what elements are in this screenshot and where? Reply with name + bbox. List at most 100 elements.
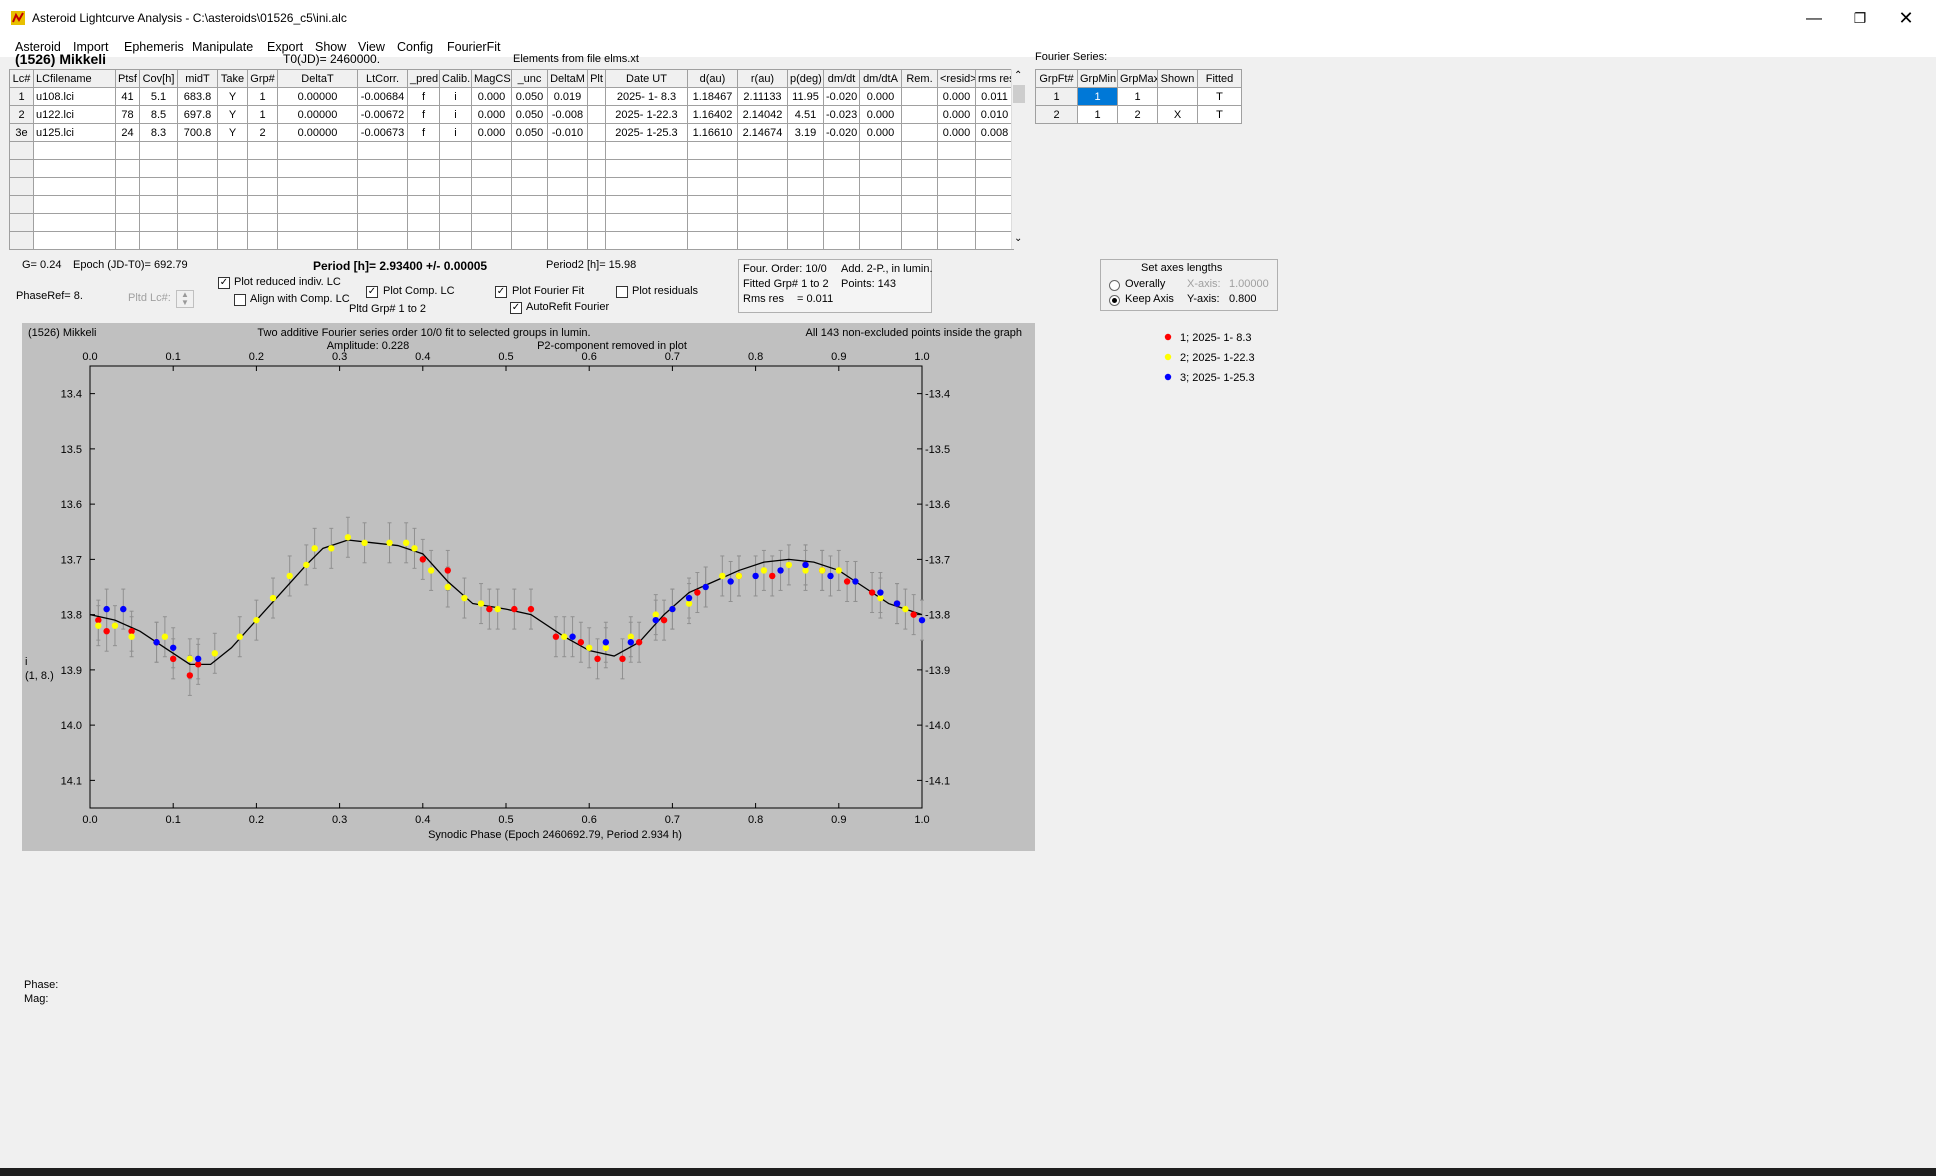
- table-cell[interactable]: [115, 141, 140, 160]
- table-cell[interactable]: [33, 231, 116, 250]
- table-cell[interactable]: [115, 159, 140, 178]
- table-cell[interactable]: [217, 159, 248, 178]
- menu-manipulate[interactable]: Manipulate: [192, 40, 253, 54]
- table-cell[interactable]: [787, 159, 824, 178]
- table-cell[interactable]: [975, 141, 1014, 160]
- table-cell[interactable]: [859, 231, 902, 250]
- table-cell[interactable]: 0.050: [511, 123, 548, 142]
- table-cell[interactable]: 0.008: [975, 123, 1014, 142]
- table-cell[interactable]: [407, 213, 440, 232]
- table-cell[interactable]: [115, 213, 140, 232]
- table-cell[interactable]: [217, 213, 248, 232]
- table-cell[interactable]: 4.51: [787, 105, 824, 124]
- table-cell[interactable]: [787, 177, 824, 196]
- table-row[interactable]: 2 u122.lci 78 8.5 697.8 Y 1 0.00000 -0.00672 f i 0.…: [9, 105, 1014, 124]
- lc-col-header[interactable]: Cov[h]: [139, 69, 178, 88]
- table-cell[interactable]: [737, 177, 788, 196]
- pltd-lc-spinner[interactable]: ▲ ▼: [176, 290, 194, 308]
- table-cell[interactable]: 2025- 1- 8.3: [605, 87, 688, 106]
- table-cell[interactable]: [177, 159, 218, 178]
- align-comp-checkbox[interactable]: [234, 294, 246, 306]
- fourier-cell[interactable]: X: [1157, 105, 1198, 124]
- table-cell[interactable]: 2025- 1-25.3: [605, 123, 688, 142]
- lc-col-header[interactable]: Rem.: [901, 69, 938, 88]
- table-cell[interactable]: Y: [217, 87, 248, 106]
- lightcurve-plot[interactable]: (1526) Mikkeli Two additive Fourier seri…: [22, 323, 1035, 851]
- table-cell[interactable]: [605, 177, 688, 196]
- table-cell[interactable]: 5.1: [139, 87, 178, 106]
- table-cell[interactable]: [439, 231, 472, 250]
- lc-col-header[interactable]: Calib.: [439, 69, 472, 88]
- table-cell[interactable]: 0.00000: [277, 123, 358, 142]
- table-cell[interactable]: [33, 177, 116, 196]
- table-cell[interactable]: [787, 213, 824, 232]
- table-cell[interactable]: 1: [247, 87, 278, 106]
- table-cell[interactable]: [823, 159, 860, 178]
- table-cell[interactable]: [901, 87, 938, 106]
- table-cell[interactable]: [901, 177, 938, 196]
- table-cell[interactable]: [737, 141, 788, 160]
- table-cell[interactable]: [859, 141, 902, 160]
- table-cell[interactable]: 41: [115, 87, 140, 106]
- table-cell[interactable]: [439, 195, 472, 214]
- table-row-empty[interactable]: [9, 195, 1014, 214]
- table-cell[interactable]: [937, 213, 976, 232]
- table-cell[interactable]: [823, 177, 860, 196]
- fourier-col-header[interactable]: GrpMin: [1077, 69, 1118, 88]
- table-cell[interactable]: [547, 177, 588, 196]
- table-cell[interactable]: [471, 141, 512, 160]
- table-cell[interactable]: [547, 141, 588, 160]
- table-cell[interactable]: [901, 195, 938, 214]
- table-cell[interactable]: [605, 195, 688, 214]
- table-cell[interactable]: -0.023: [823, 105, 860, 124]
- table-cell[interactable]: [277, 177, 358, 196]
- table-cell[interactable]: [937, 231, 976, 250]
- table-cell[interactable]: [115, 195, 140, 214]
- fourier-cell[interactable]: 1: [1077, 87, 1118, 106]
- table-cell[interactable]: -0.008: [547, 105, 588, 124]
- table-cell[interactable]: -0.010: [547, 123, 588, 142]
- table-cell[interactable]: [901, 123, 938, 142]
- table-cell[interactable]: [547, 213, 588, 232]
- table-cell[interactable]: [975, 195, 1014, 214]
- table-row-empty[interactable]: [9, 177, 1014, 196]
- table-cell[interactable]: 0.000: [471, 87, 512, 106]
- table-cell[interactable]: [587, 195, 606, 214]
- table-cell[interactable]: [547, 231, 588, 250]
- table-cell[interactable]: Y: [217, 105, 248, 124]
- lc-col-header[interactable]: r(au): [737, 69, 788, 88]
- table-cell[interactable]: [823, 213, 860, 232]
- table-cell[interactable]: 0.000: [859, 105, 902, 124]
- table-cell[interactable]: 0.050: [511, 105, 548, 124]
- table-cell[interactable]: [687, 213, 738, 232]
- menu-fourierfit[interactable]: FourierFit: [447, 40, 500, 54]
- fourier-row[interactable]: 212XT: [1035, 105, 1242, 124]
- table-cell[interactable]: [139, 177, 178, 196]
- table-cell[interactable]: Y: [217, 123, 248, 142]
- maximize-button[interactable]: ❐: [1837, 0, 1883, 37]
- lc-col-header[interactable]: _unc: [511, 69, 548, 88]
- table-row[interactable]: 1 u108.lci 41 5.1 683.8 Y 1 0.00000 -0.00684 f i 0.…: [9, 87, 1014, 106]
- table-cell[interactable]: [33, 195, 116, 214]
- table-cell[interactable]: [859, 159, 902, 178]
- table-cell[interactable]: [177, 195, 218, 214]
- table-cell[interactable]: [139, 195, 178, 214]
- table-cell[interactable]: [511, 141, 548, 160]
- close-button[interactable]: ✕: [1883, 0, 1929, 37]
- table-row-empty[interactable]: [9, 231, 1014, 250]
- table-cell[interactable]: -0.00673: [357, 123, 408, 142]
- table-row-empty[interactable]: [9, 159, 1014, 178]
- table-cell[interactable]: [787, 195, 824, 214]
- table-cell[interactable]: [357, 141, 408, 160]
- table-cell[interactable]: [247, 141, 278, 160]
- menu-ephemeris[interactable]: Ephemeris: [124, 40, 184, 54]
- table-cell[interactable]: 0.011: [975, 87, 1014, 106]
- table-cell[interactable]: 0.019: [547, 87, 588, 106]
- table-cell[interactable]: [439, 213, 472, 232]
- fourier-col-header[interactable]: Shown: [1157, 69, 1198, 88]
- table-cell[interactable]: 2: [9, 105, 34, 124]
- table-cell[interactable]: 0.000: [937, 123, 976, 142]
- table-cell[interactable]: [901, 231, 938, 250]
- table-cell[interactable]: [937, 195, 976, 214]
- table-cell[interactable]: [587, 105, 606, 124]
